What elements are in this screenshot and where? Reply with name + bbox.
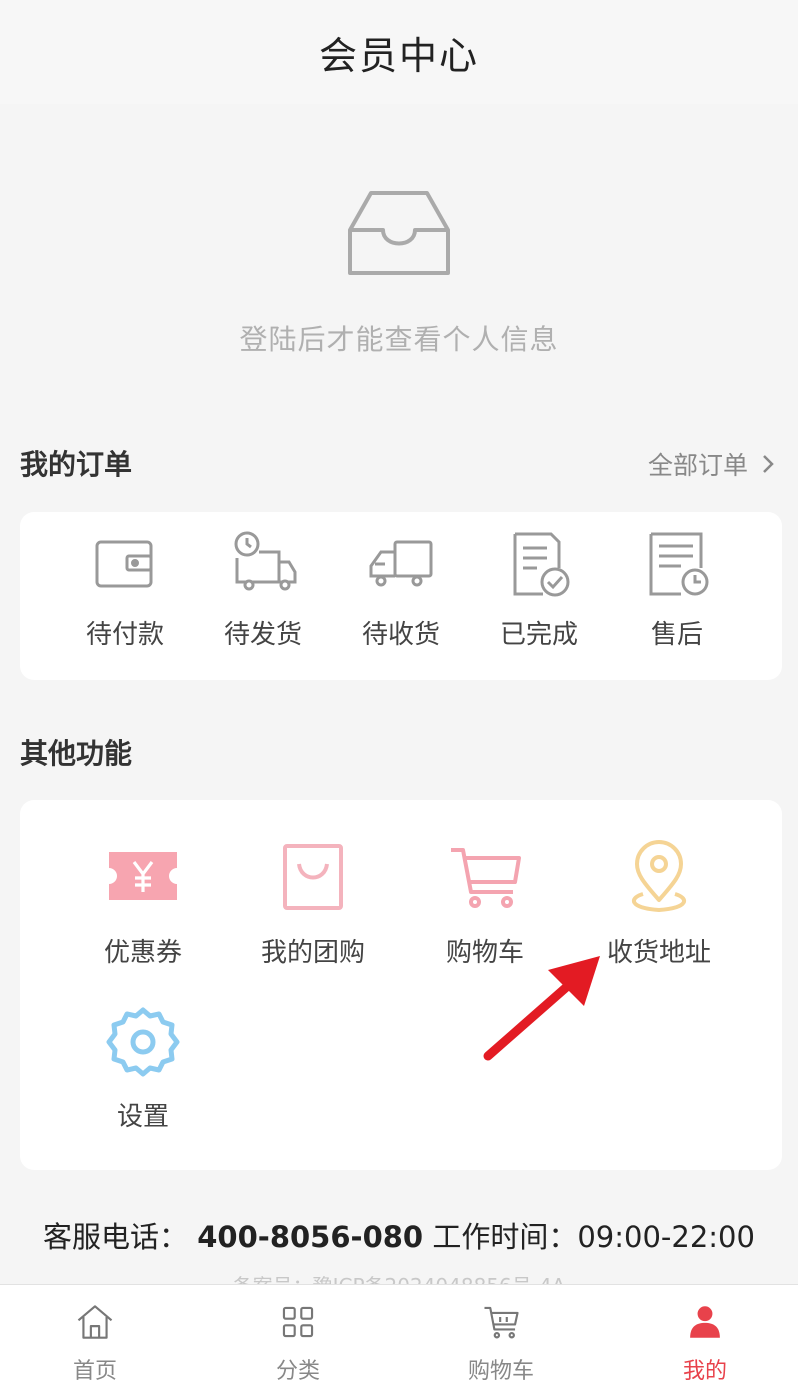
service-hours-label: 工作时间： [432, 1220, 578, 1254]
home-icon [77, 1305, 113, 1339]
service-phone[interactable]: 400-8056-080 [197, 1220, 423, 1254]
inbox-icon [348, 191, 450, 275]
user-icon [690, 1306, 720, 1338]
wallet-icon [95, 540, 153, 588]
tab-label: 首页 [72, 1359, 117, 1384]
tab-mine[interactable]: 我的 [630, 1285, 780, 1384]
functions-card: 优惠券 我的团购 购物车 收货地址 设置 [20, 800, 782, 1170]
order-item-label: 待发货 [223, 620, 302, 650]
tab-category[interactable]: 分类 [223, 1285, 373, 1384]
order-item-label: 待收货 [361, 620, 440, 650]
order-item-completed[interactable]: 已完成 [484, 528, 594, 651]
order-item-pending-payment[interactable]: 待付款 [70, 528, 180, 651]
truck-clock-icon [234, 531, 297, 591]
service-hours: 09:00-22:00 [577, 1220, 755, 1254]
func-item-label: 优惠券 [103, 938, 182, 968]
customer-service-info: 客服电话： 400-8056-080 工作时间：09:00-22:00 [0, 1214, 798, 1256]
func-item-settings[interactable]: 设置 [68, 1002, 218, 1133]
grid-icon [282, 1306, 314, 1338]
cart-icon [451, 848, 521, 908]
func-item-group-buy[interactable]: 我的团购 [238, 838, 388, 969]
login-hint: 登陆后才能查看个人信息 [239, 323, 559, 356]
func-item-coupon[interactable]: 优惠券 [68, 838, 218, 969]
location-pin-icon [632, 840, 686, 912]
tab-label: 我的 [682, 1359, 727, 1384]
shopping-bag-icon [283, 844, 343, 910]
order-item-label: 待付款 [85, 620, 164, 650]
order-item-label: 已完成 [499, 620, 578, 650]
func-item-label: 收货地址 [606, 938, 711, 968]
order-item-after-sales[interactable]: 售后 [622, 528, 732, 651]
truck-icon [369, 540, 433, 587]
func-item-label: 我的团购 [260, 938, 365, 968]
order-item-pending-shipment[interactable]: 待发货 [208, 528, 318, 651]
coupon-icon [109, 852, 177, 900]
functions-section-title: 其他功能 [20, 737, 133, 770]
document-clock-icon [649, 532, 709, 596]
orders-section-title: 我的订单 [20, 448, 133, 481]
tab-cart[interactable]: 购物车 [426, 1285, 576, 1384]
cart-icon [484, 1306, 519, 1339]
func-item-label: 设置 [116, 1102, 169, 1132]
tab-label: 购物车 [467, 1359, 534, 1384]
chevron-right-icon [763, 455, 774, 473]
all-orders-label: 全部订单 [647, 451, 748, 480]
page-title: 会员中心 [318, 33, 479, 78]
tab-home[interactable]: 首页 [20, 1285, 170, 1384]
app-header: 会员中心 [0, 0, 798, 104]
all-orders-link[interactable]: 全部订单 [648, 446, 776, 482]
tab-label: 分类 [275, 1359, 320, 1384]
document-check-icon [513, 532, 570, 597]
order-item-label: 售后 [650, 620, 703, 650]
gear-icon [106, 1007, 180, 1077]
orders-card: 待付款 待发货 待收货 已完成 售后 [20, 512, 782, 680]
annotation-arrow [483, 956, 600, 1061]
bottom-tab-bar: 首页 分类 购物车 我的 [0, 1284, 798, 1384]
order-item-pending-receipt[interactable]: 待收货 [346, 528, 456, 651]
service-phone-label: 客服电话： [43, 1220, 189, 1254]
login-prompt[interactable]: 登陆后才能查看个人信息 [0, 104, 798, 404]
